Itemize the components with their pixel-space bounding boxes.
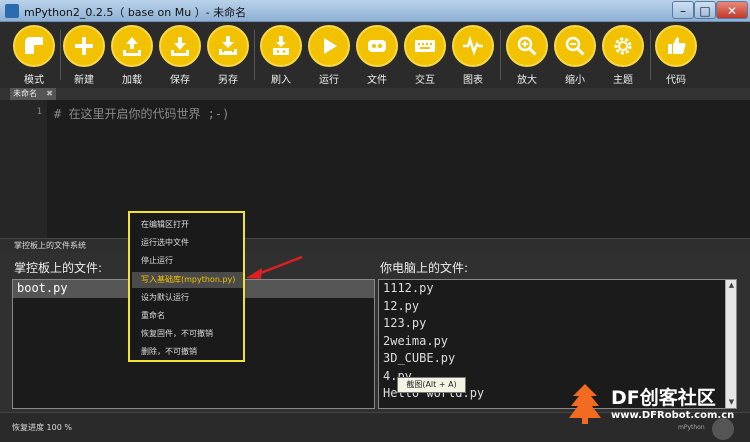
status-text: 恢复进度 100 %: [12, 423, 72, 432]
list-item[interactable]: 1112.py: [379, 280, 736, 298]
code-editor[interactable]: 1 # 在这里开启你的代码世界 ;-): [0, 100, 750, 238]
menu-item-rename[interactable]: 重命名: [141, 310, 165, 321]
gear-icon: [614, 37, 632, 55]
new-label: 新建: [74, 75, 94, 86]
new-button[interactable]: 新建: [60, 25, 108, 86]
tab-untitled[interactable]: 未命名 ✖: [10, 88, 56, 100]
theme-button[interactable]: 主题: [599, 25, 647, 86]
toolbar-separator: [650, 30, 651, 80]
toolbar: 模式 新建 加载 保存 另存 刷入 运行 文件 交互 图表 放大 缩小 主题 代…: [0, 22, 750, 88]
zoom-out-button[interactable]: 缩小: [551, 25, 599, 86]
context-menu: 在编辑区打开 运行选中文件 停止运行 写入基础库(mpython.py) 设为默…: [128, 211, 245, 362]
watermark-url: www.DFRobot.com.cn: [611, 410, 735, 421]
run-button[interactable]: 运行: [305, 25, 353, 86]
load-label: 加载: [122, 75, 142, 86]
pulse-icon: [463, 36, 483, 56]
zoom-in-button[interactable]: 放大: [503, 25, 551, 86]
menu-item-open-in-editor[interactable]: 在编辑区打开: [141, 219, 189, 230]
flash-label: 刷入: [271, 75, 291, 86]
thumbs-up-icon: [668, 37, 686, 54]
mode-label: 模式: [24, 75, 44, 86]
close-button[interactable]: ✕: [716, 1, 748, 19]
files-button[interactable]: 文件: [353, 25, 401, 86]
list-item[interactable]: 12.py: [379, 298, 736, 316]
plotter-button[interactable]: 图表: [449, 25, 497, 86]
zoom-in-icon: [517, 36, 537, 56]
list-item[interactable]: 2weima.py: [379, 333, 736, 351]
zoom-out-icon: [565, 36, 585, 56]
files-label: 文件: [367, 75, 387, 86]
annotation-arrow-icon: [246, 255, 303, 279]
flash-button[interactable]: 刷入: [257, 25, 305, 86]
files-icon: [368, 40, 386, 52]
tab-close-icon[interactable]: ✖: [46, 88, 53, 100]
watermark-brand: DF创客社区: [611, 387, 716, 409]
watermark: DF创客社区 www.DFRobot.com.cn: [567, 380, 747, 432]
repl-label: 交互: [415, 75, 435, 86]
scroll-up-icon[interactable]: ▲: [727, 281, 736, 290]
line-gutter: 1: [0, 100, 47, 238]
save-as-label: 另存: [218, 75, 238, 86]
menu-item-delete[interactable]: 删除，不可撤销: [141, 346, 197, 357]
save-button[interactable]: 保存: [156, 25, 204, 86]
menu-item-write-library[interactable]: 写入基础库(mpython.py): [141, 274, 235, 285]
line-number: 1: [36, 107, 42, 117]
toolbar-separator: [254, 30, 255, 80]
save-as-button[interactable]: 另存: [204, 25, 252, 86]
keyboard-icon: [415, 40, 435, 52]
maximize-button[interactable]: □: [694, 1, 716, 19]
minimize-button[interactable]: –: [672, 1, 694, 19]
zoom-in-label: 放大: [517, 75, 537, 86]
theme-label: 主题: [613, 75, 633, 86]
device-files-title: 掌控板上的文件:: [14, 261, 103, 275]
zoom-out-label: 缩小: [565, 75, 585, 86]
save-as-icon: [219, 36, 237, 55]
menu-item-restore-firmware[interactable]: 恢复固件，不可撤销: [141, 328, 213, 339]
computer-files-title: 你电脑上的文件:: [380, 261, 469, 275]
screenshot-tooltip: 截图(Alt + A): [397, 377, 466, 393]
play-icon: [324, 38, 337, 54]
code-button[interactable]: 代码: [652, 25, 700, 86]
filesystem-header-label: 掌控板上的文件系统: [14, 241, 86, 250]
repl-button[interactable]: 交互: [401, 25, 449, 86]
list-item[interactable]: 3D_CUBE.py: [379, 350, 736, 368]
menu-item-stop[interactable]: 停止运行: [141, 255, 173, 266]
save-label: 保存: [170, 75, 190, 86]
plus-icon: [75, 37, 93, 55]
run-label: 运行: [319, 75, 339, 86]
code-line[interactable]: # 在这里开启你的代码世界 ;-): [54, 105, 229, 122]
title-bar: mPython2_0.2.5（ base on Mu ）- 未命名 – □ ✕: [0, 0, 750, 22]
menu-item-run-selected[interactable]: 运行选中文件: [141, 237, 189, 248]
menu-item-set-default[interactable]: 设为默认运行: [141, 292, 189, 303]
tab-bar: 未命名 ✖: [0, 88, 750, 100]
filesystem-header: 掌控板上的文件系统: [0, 238, 750, 252]
toolbar-separator: [500, 30, 501, 80]
mode-icon: [25, 37, 43, 54]
app-icon: [5, 4, 19, 18]
save-icon: [171, 37, 189, 56]
plotter-label: 图表: [463, 75, 483, 86]
code-label: 代码: [666, 75, 686, 86]
tab-label: 未命名: [13, 89, 37, 98]
flash-icon: [273, 36, 289, 55]
list-item[interactable]: 123.py: [379, 315, 736, 333]
dfrobot-logo-icon: [569, 384, 601, 424]
load-button[interactable]: 加载: [108, 25, 156, 86]
window-title: mPython2_0.2.5（ base on Mu ）- 未命名: [24, 6, 247, 19]
upload-icon: [123, 37, 141, 56]
mode-button[interactable]: 模式: [10, 25, 58, 86]
